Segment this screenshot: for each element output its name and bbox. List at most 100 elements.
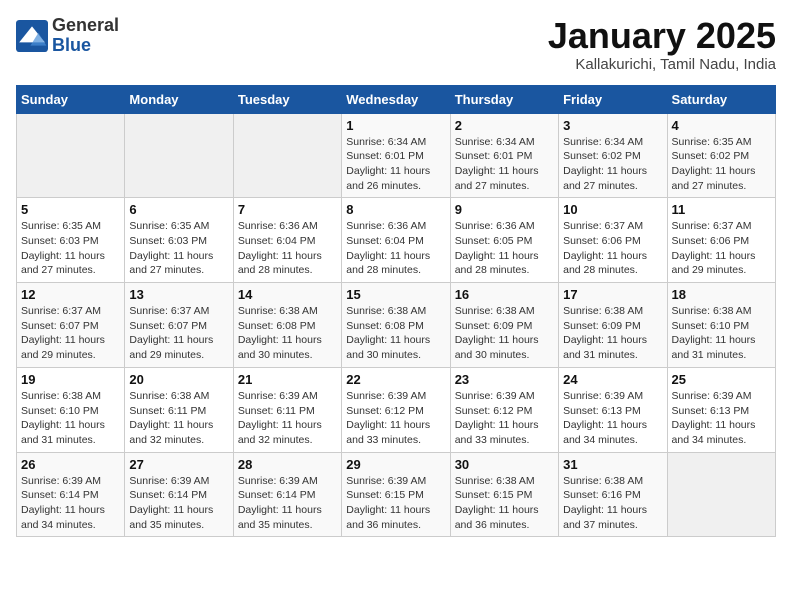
calendar-cell: 13 Sunrise: 6:37 AMSunset: 6:07 PMDayligh… <box>125 283 233 368</box>
day-number: 1 <box>346 118 445 133</box>
calendar-cell: 21 Sunrise: 6:39 AMSunset: 6:11 PMDayligh… <box>233 367 341 452</box>
day-info: Sunrise: 6:35 AMSunset: 6:03 PMDaylight:… <box>129 219 228 278</box>
day-number: 7 <box>238 202 337 217</box>
calendar-week-row: 1 Sunrise: 6:34 AMSunset: 6:01 PMDaylight… <box>17 113 776 198</box>
day-number: 8 <box>346 202 445 217</box>
weekday-header-friday: Friday <box>559 85 667 113</box>
calendar-table: SundayMondayTuesdayWednesdayThursdayFrid… <box>16 85 776 538</box>
day-info: Sunrise: 6:36 AMSunset: 6:05 PMDaylight:… <box>455 219 554 278</box>
day-number: 26 <box>21 457 120 472</box>
day-info: Sunrise: 6:38 AMSunset: 6:09 PMDaylight:… <box>455 304 554 363</box>
day-number: 30 <box>455 457 554 472</box>
day-info: Sunrise: 6:39 AMSunset: 6:14 PMDaylight:… <box>21 474 120 533</box>
day-info: Sunrise: 6:38 AMSunset: 6:11 PMDaylight:… <box>129 389 228 448</box>
calendar-cell: 28 Sunrise: 6:39 AMSunset: 6:14 PMDayligh… <box>233 452 341 537</box>
day-number: 17 <box>563 287 662 302</box>
main-title: January 2025 <box>548 16 776 56</box>
day-info: Sunrise: 6:36 AMSunset: 6:04 PMDaylight:… <box>238 219 337 278</box>
day-info: Sunrise: 6:34 AMSunset: 6:01 PMDaylight:… <box>346 135 445 194</box>
calendar-cell: 26 Sunrise: 6:39 AMSunset: 6:14 PMDayligh… <box>17 452 125 537</box>
day-number: 9 <box>455 202 554 217</box>
day-number: 28 <box>238 457 337 472</box>
calendar-cell: 29 Sunrise: 6:39 AMSunset: 6:15 PMDayligh… <box>342 452 450 537</box>
logo-blue: Blue <box>52 36 119 56</box>
day-info: Sunrise: 6:38 AMSunset: 6:09 PMDaylight:… <box>563 304 662 363</box>
day-number: 19 <box>21 372 120 387</box>
logo: General Blue <box>16 16 119 56</box>
day-number: 5 <box>21 202 120 217</box>
day-number: 11 <box>672 202 771 217</box>
day-info: Sunrise: 6:39 AMSunset: 6:11 PMDaylight:… <box>238 389 337 448</box>
page-header: General Blue January 2025 Kallakurichi, … <box>16 16 776 73</box>
day-number: 15 <box>346 287 445 302</box>
calendar-cell: 8 Sunrise: 6:36 AMSunset: 6:04 PMDaylight… <box>342 198 450 283</box>
calendar-cell: 17 Sunrise: 6:38 AMSunset: 6:09 PMDayligh… <box>559 283 667 368</box>
day-info: Sunrise: 6:39 AMSunset: 6:14 PMDaylight:… <box>129 474 228 533</box>
day-info: Sunrise: 6:35 AMSunset: 6:02 PMDaylight:… <box>672 135 771 194</box>
calendar-cell <box>125 113 233 198</box>
logo-icon <box>16 20 48 52</box>
day-info: Sunrise: 6:34 AMSunset: 6:02 PMDaylight:… <box>563 135 662 194</box>
day-info: Sunrise: 6:37 AMSunset: 6:06 PMDaylight:… <box>563 219 662 278</box>
calendar-cell: 23Sunrise: 6:39 AMSunset: 6:12 PMDayligh… <box>450 367 558 452</box>
calendar-week-row: 5 Sunrise: 6:35 AMSunset: 6:03 PMDaylight… <box>17 198 776 283</box>
calendar-cell: 20 Sunrise: 6:38 AMSunset: 6:11 PMDayligh… <box>125 367 233 452</box>
day-number: 13 <box>129 287 228 302</box>
day-info: Sunrise: 6:37 AMSunset: 6:06 PMDaylight:… <box>672 219 771 278</box>
calendar-cell: 6Sunrise: 6:35 AMSunset: 6:03 PMDaylight… <box>125 198 233 283</box>
day-info: Sunrise: 6:36 AMSunset: 6:04 PMDaylight:… <box>346 219 445 278</box>
day-info: Sunrise: 6:37 AMSunset: 6:07 PMDaylight:… <box>129 304 228 363</box>
location-subtitle: Kallakurichi, Tamil Nadu, India <box>548 56 776 73</box>
day-number: 16 <box>455 287 554 302</box>
calendar-cell <box>667 452 775 537</box>
day-info: Sunrise: 6:38 AMSunset: 6:10 PMDaylight:… <box>21 389 120 448</box>
day-info: Sunrise: 6:35 AMSunset: 6:03 PMDaylight:… <box>21 219 120 278</box>
day-number: 23 <box>455 372 554 387</box>
calendar-week-row: 12 Sunrise: 6:37 AMSunset: 6:07 PMDayligh… <box>17 283 776 368</box>
calendar-cell: 7 Sunrise: 6:36 AMSunset: 6:04 PMDaylight… <box>233 198 341 283</box>
day-info: Sunrise: 6:38 AMSunset: 6:10 PMDaylight:… <box>672 304 771 363</box>
calendar-cell: 1 Sunrise: 6:34 AMSunset: 6:01 PMDaylight… <box>342 113 450 198</box>
calendar-cell: 14 Sunrise: 6:38 AMSunset: 6:08 PMDayligh… <box>233 283 341 368</box>
day-info: Sunrise: 6:39 AMSunset: 6:12 PMDaylight:… <box>346 389 445 448</box>
calendar-cell: 30 Sunrise: 6:38 AMSunset: 6:15 PMDayligh… <box>450 452 558 537</box>
day-number: 24 <box>563 372 662 387</box>
calendar-cell: 18 Sunrise: 6:38 AMSunset: 6:10 PMDayligh… <box>667 283 775 368</box>
day-info: Sunrise: 6:38 AMSunset: 6:15 PMDaylight:… <box>455 474 554 533</box>
title-block: January 2025 Kallakurichi, Tamil Nadu, I… <box>548 16 776 73</box>
day-number: 22 <box>346 372 445 387</box>
day-number: 4 <box>672 118 771 133</box>
weekday-header-saturday: Saturday <box>667 85 775 113</box>
day-number: 14 <box>238 287 337 302</box>
day-number: 31 <box>563 457 662 472</box>
calendar-cell: 27 Sunrise: 6:39 AMSunset: 6:14 PMDayligh… <box>125 452 233 537</box>
calendar-cell: 22 Sunrise: 6:39 AMSunset: 6:12 PMDayligh… <box>342 367 450 452</box>
day-number: 29 <box>346 457 445 472</box>
day-info: Sunrise: 6:38 AMSunset: 6:08 PMDaylight:… <box>238 304 337 363</box>
calendar-cell: 12Sunrise: 6:37 AMSunset: 6:07 PMDayligh… <box>17 283 125 368</box>
calendar-cell: 3Sunrise: 6:34 AMSunset: 6:02 PMDaylight… <box>559 113 667 198</box>
calendar-cell: 4 Sunrise: 6:35 AMSunset: 6:02 PMDaylight… <box>667 113 775 198</box>
weekday-header-monday: Monday <box>125 85 233 113</box>
weekday-header-sunday: Sunday <box>17 85 125 113</box>
calendar-cell: 2 Sunrise: 6:34 AMSunset: 6:01 PMDaylight… <box>450 113 558 198</box>
day-number: 18 <box>672 287 771 302</box>
day-number: 12 <box>21 287 120 302</box>
weekday-header-wednesday: Wednesday <box>342 85 450 113</box>
day-info: Sunrise: 6:39 AMSunset: 6:15 PMDaylight:… <box>346 474 445 533</box>
day-info: Sunrise: 6:39 AMSunset: 6:14 PMDaylight:… <box>238 474 337 533</box>
day-info: Sunrise: 6:34 AMSunset: 6:01 PMDaylight:… <box>455 135 554 194</box>
day-number: 21 <box>238 372 337 387</box>
logo-text: General Blue <box>52 16 119 56</box>
logo-general: General <box>52 16 119 36</box>
calendar-cell: 11 Sunrise: 6:37 AMSunset: 6:06 PMDayligh… <box>667 198 775 283</box>
calendar-cell: 19 Sunrise: 6:38 AMSunset: 6:10 PMDayligh… <box>17 367 125 452</box>
day-number: 27 <box>129 457 228 472</box>
calendar-cell: 5 Sunrise: 6:35 AMSunset: 6:03 PMDaylight… <box>17 198 125 283</box>
day-number: 25 <box>672 372 771 387</box>
day-number: 2 <box>455 118 554 133</box>
calendar-cell: 10Sunrise: 6:37 AMSunset: 6:06 PMDayligh… <box>559 198 667 283</box>
day-info: Sunrise: 6:38 AMSunset: 6:08 PMDaylight:… <box>346 304 445 363</box>
weekday-header-tuesday: Tuesday <box>233 85 341 113</box>
day-number: 20 <box>129 372 228 387</box>
